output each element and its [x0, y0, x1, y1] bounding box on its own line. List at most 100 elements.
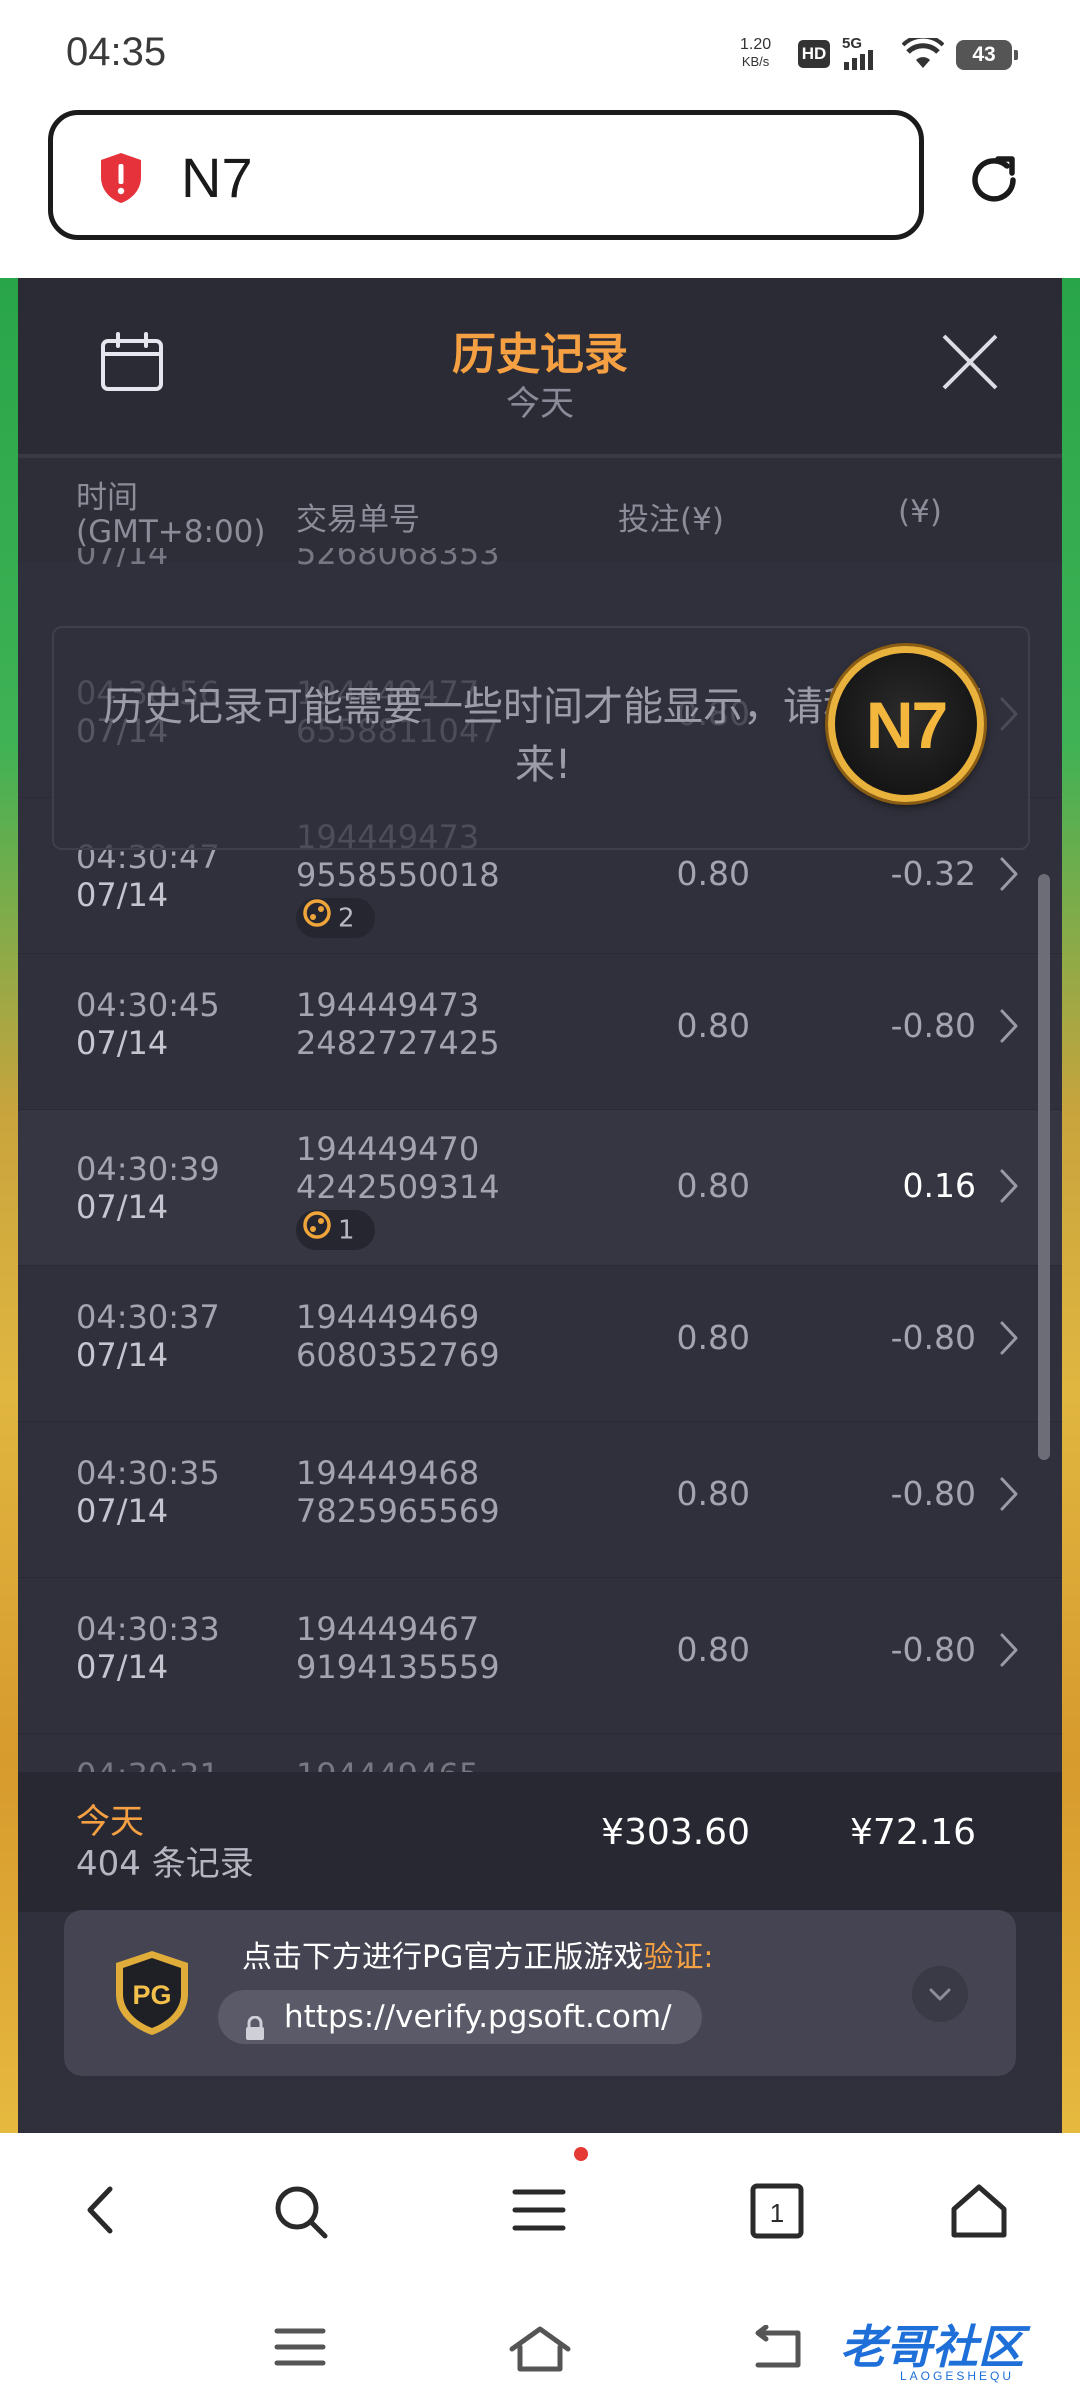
free-spin-count: 1	[338, 1215, 355, 1246]
system-back-icon[interactable]	[752, 2324, 808, 2377]
verify-link[interactable]: https://verify.pgsoft.com/	[218, 1990, 702, 2044]
row-order-id-2: 9558550018	[296, 856, 500, 894]
free-spin-icon	[302, 1210, 332, 1252]
row-win: -0.80	[890, 1006, 976, 1045]
row-order-id-1: 194449473	[296, 986, 480, 1024]
row-date: 07/14	[76, 1188, 169, 1226]
history-row[interactable]: 04:30:33 07/14 194449467 9194135559 0.80 -0.8…	[18, 1578, 1062, 1734]
chevron-right-icon[interactable]	[998, 1476, 1020, 1516]
row-time-value: 04:30:35	[76, 1454, 220, 1492]
column-header: 时间 (GMT+8:00) 交易单号 投注(¥) (¥)	[18, 458, 1062, 562]
battery-icon: 43	[956, 40, 1018, 70]
reload-icon[interactable]	[964, 150, 1024, 214]
n7-logo-text: N7	[865, 688, 948, 762]
row-win: -0.80	[890, 1630, 976, 1669]
partial-row-top: 07/14 5268068353	[76, 548, 676, 578]
net-speed: 1.20 KB/s	[740, 36, 771, 70]
col-order: 交易单号	[296, 502, 420, 538]
pg-logo: PG	[110, 1948, 194, 2042]
home-icon[interactable]	[950, 2183, 1008, 2243]
chevron-right-icon[interactable]	[998, 1320, 1020, 1360]
address-bar[interactable]: N7	[48, 110, 924, 240]
shield-alert-icon	[97, 151, 145, 209]
row-win: -0.80	[890, 1474, 976, 1513]
history-row[interactable]: 04:30:39 07/14 194449470 4242509314 1 0.80 0.1…	[18, 1110, 1062, 1266]
col-time: 时间	[76, 480, 138, 516]
n7-logo-badge: N7	[828, 646, 984, 802]
row-time-value: 04:30:33	[76, 1610, 220, 1648]
verify-text-highlight: 验证	[643, 1940, 704, 1975]
hd-icon: HD	[798, 40, 830, 68]
net-speed-unit: KB/s	[741, 54, 770, 69]
chevron-right-icon[interactable]	[998, 1632, 1020, 1672]
row-bet: 0.80	[676, 1474, 750, 1513]
signal-icon: 5G	[842, 34, 892, 78]
row-order-id-2: 7825965569	[296, 1492, 500, 1530]
address-text[interactable]: N7	[181, 145, 253, 210]
row-order-id-1: 194449470	[296, 1130, 480, 1168]
row-order-id-2: 9194135559	[296, 1648, 500, 1686]
status-time: 04:35	[66, 30, 167, 74]
system-home-icon[interactable]	[508, 2325, 572, 2377]
chevron-right-icon[interactable]	[998, 1008, 1020, 1048]
history-row[interactable]: 04:30:35 07/14 194449468 7825965569 0.80 -0.8…	[18, 1422, 1062, 1578]
row-date: 07/14	[76, 1648, 169, 1686]
row-time: 04:30:33 07/14	[76, 1610, 220, 1686]
net-speed-value: 1.20	[740, 36, 772, 53]
row-time: 04:30:35 07/14	[76, 1454, 220, 1530]
back-icon[interactable]	[78, 2183, 126, 2241]
panel-title: 历史记录	[452, 329, 628, 380]
col-bet: 投注(¥)	[618, 502, 724, 538]
total-bet: ¥303.60	[601, 1812, 750, 1853]
menu-icon[interactable]	[512, 2183, 566, 2241]
record-count: 404 条记录	[76, 1844, 254, 1884]
history-row[interactable]: 04:30:45 07/14 194449473 2482727425 0.80 -0.8…	[18, 954, 1062, 1110]
pg-logo-text: PG	[132, 1980, 171, 2010]
close-icon[interactable]	[940, 332, 1000, 396]
watermark-sub: LAOGESHEQU	[900, 2369, 1015, 2383]
expand-button[interactable]	[912, 1966, 968, 2022]
row-time: 04:30:45 07/14	[76, 986, 220, 1062]
free-spin-count: 2	[338, 903, 355, 934]
row-order-id: 194449468 7825965569	[296, 1454, 500, 1530]
row-order-id-1: 194449467	[296, 1610, 480, 1648]
row-bet: 0.80	[676, 1318, 750, 1357]
chevron-right-icon[interactable]	[998, 856, 1020, 896]
row-time-value: 04:30:39	[76, 1150, 220, 1188]
watermark-logo: 老哥社区	[840, 2321, 1024, 2373]
row-order-id: 194449467 9194135559	[296, 1610, 500, 1686]
col-timezone: (GMT+8:00)	[76, 514, 266, 550]
total-win: ¥72.16	[850, 1812, 976, 1853]
row-order-id-2: 6080352769	[296, 1336, 500, 1374]
history-panel: 历史记录 今天 时间 (GMT+8:00) 交易单号 投注(¥) (¥) 07/…	[18, 278, 1062, 2133]
row-order-id-1: 194449469	[296, 1298, 480, 1336]
row-time: 04:30:39 07/14	[76, 1150, 220, 1226]
row-order-id: 194449469 6080352769	[296, 1298, 500, 1374]
row-date: 07/14	[76, 1492, 169, 1530]
partial-row-bottom: 04:30:31 194449465	[18, 1750, 1062, 1774]
row-win: -0.80	[890, 1318, 976, 1357]
tabs-icon[interactable]: 1	[750, 2183, 804, 2243]
verify-banner[interactable]: PG 点击下方进行PG官方正版游戏验证: https://verify.pgso…	[64, 1910, 1016, 2076]
scrollbar[interactable]	[1038, 874, 1050, 1460]
row-date: 07/14	[76, 1336, 169, 1374]
status-bar: 04:35 1.20 KB/s HD 5G 43	[0, 0, 1080, 100]
tab-count: 1	[770, 2198, 784, 2228]
row-order-id-1: 194449468	[296, 1454, 480, 1492]
row-time-value: 04:30:37	[76, 1298, 220, 1336]
verify-url[interactable]: https://verify.pgsoft.com/	[284, 1999, 672, 2035]
recents-icon[interactable]	[274, 2325, 326, 2373]
verify-text-colon: :	[703, 1940, 714, 1975]
chevron-right-icon[interactable]	[998, 1168, 1020, 1208]
row-bet: 0.80	[676, 854, 750, 893]
history-row[interactable]: 04:30:37 07/14 194449469 6080352769 0.80 -0.8…	[18, 1266, 1062, 1422]
row-bet: 0.80	[676, 1166, 750, 1205]
lock-icon	[244, 2005, 266, 2059]
search-icon[interactable]	[272, 2183, 330, 2245]
row-order-id-2: 2482727425	[296, 1024, 500, 1062]
free-spin-badge: 2	[296, 898, 375, 938]
verify-text: 点击下方进行PG官方正版游戏验证:	[242, 1932, 713, 1976]
row-win: 0.16	[902, 1166, 976, 1205]
wifi-icon	[901, 34, 945, 74]
row-time-value: 04:30:45	[76, 986, 220, 1024]
